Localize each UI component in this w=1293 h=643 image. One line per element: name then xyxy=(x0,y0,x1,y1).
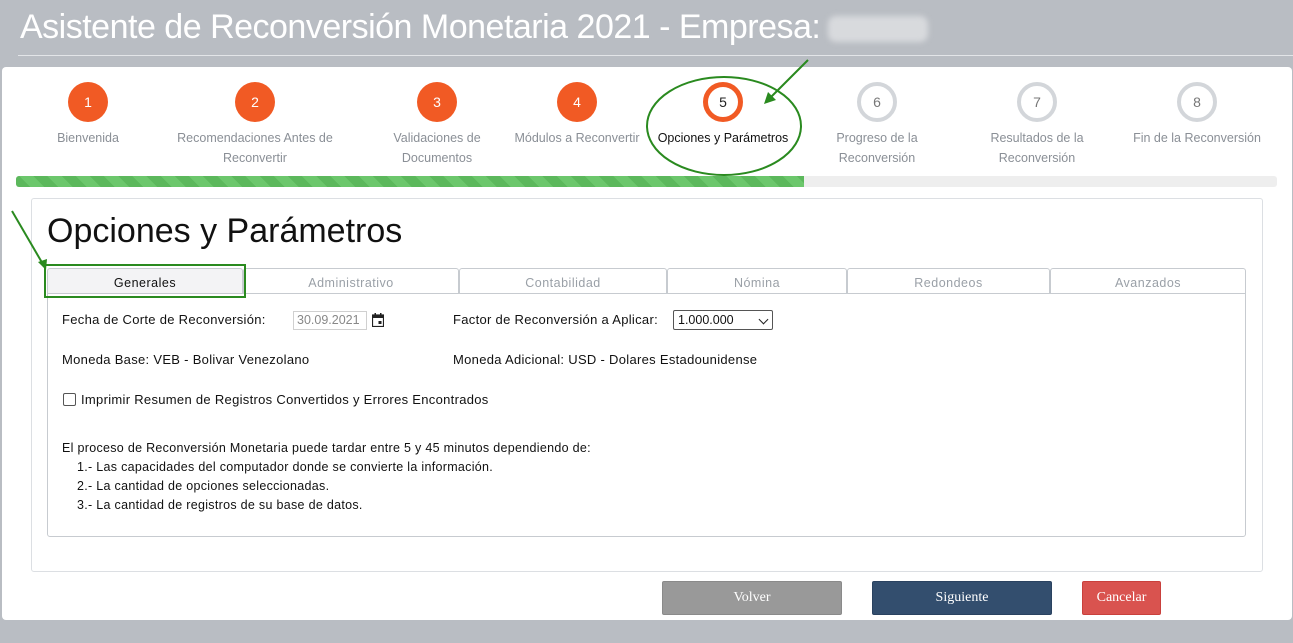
cutoff-date-input[interactable]: 30.09.2021 xyxy=(293,311,367,330)
info-item-3: 3.- La cantidad de registros de su base … xyxy=(77,498,363,512)
header-divider xyxy=(18,55,1293,56)
step-8[interactable]: 8 Fin de la Reconversión xyxy=(1117,82,1277,148)
step-1-label: Bienvenida xyxy=(57,131,119,145)
step-6-circle: 6 xyxy=(857,82,897,122)
step-5-circle: 5 xyxy=(703,82,743,122)
calendar-icon[interactable] xyxy=(372,313,384,327)
step-5[interactable]: 5 Opciones y Parámetros xyxy=(643,82,803,148)
tab-avanzados[interactable]: Avanzados xyxy=(1050,268,1246,293)
step-7-label: Resultados de la Reconversión xyxy=(990,131,1084,165)
footer-bar xyxy=(0,620,1293,643)
step-3-label: Validaciones de Documentos xyxy=(393,131,481,165)
step-1[interactable]: 1 Bienvenida xyxy=(8,82,168,148)
info-text: El proceso de Reconversión Monetaria pue… xyxy=(62,439,591,515)
additional-currency-text: Moneda Adicional: USD - Dolares Estadoun… xyxy=(453,352,758,367)
step-2-label: Recomendaciones Antes de Reconvertir xyxy=(177,131,333,165)
step-7-circle: 7 xyxy=(1017,82,1057,122)
next-button[interactable]: Siguiente xyxy=(872,581,1052,615)
window-title-text: Asistente de Reconversión Monetaria 2021… xyxy=(20,8,821,46)
step-3-circle: 3 xyxy=(417,82,457,122)
step-7[interactable]: 7 Resultados de la Reconversión xyxy=(957,82,1117,168)
step-1-circle: 1 xyxy=(68,82,108,122)
step-2-circle: 2 xyxy=(235,82,275,122)
tab-nomina[interactable]: Nómina xyxy=(667,268,847,293)
step-8-circle: 8 xyxy=(1177,82,1217,122)
step-6[interactable]: 6 Progreso de la Reconversión xyxy=(797,82,957,168)
step-4-circle: 4 xyxy=(557,82,597,122)
print-summary-label[interactable]: Imprimir Resumen de Registros Convertido… xyxy=(81,392,489,407)
print-summary-checkbox[interactable] xyxy=(63,393,76,406)
factor-label: Factor de Reconversión a Aplicar: xyxy=(453,312,658,327)
step-2[interactable]: 2 Recomendaciones Antes de Reconvertir xyxy=(165,82,345,168)
step-6-label: Progreso de la Reconversión xyxy=(836,131,918,165)
back-button[interactable]: Volver xyxy=(662,581,842,615)
cutoff-date-label: Fecha de Corte de Reconversión: xyxy=(62,312,266,327)
step-5-label: Opciones y Parámetros xyxy=(657,131,789,145)
info-intro: El proceso de Reconversión Monetaria pue… xyxy=(62,441,591,455)
page-title: Opciones y Parámetros xyxy=(47,212,403,250)
factor-select[interactable]: 1.000.000 xyxy=(673,310,773,330)
app-header: Asistente de Reconversión Monetaria 2021… xyxy=(0,0,1293,60)
step-4[interactable]: 4 Módulos a Reconvertir xyxy=(497,82,657,148)
chevron-down-icon xyxy=(758,314,769,325)
step-4-label: Módulos a Reconvertir xyxy=(514,131,640,145)
info-item-1: 1.- Las capacidades del computador donde… xyxy=(77,460,494,474)
tab-contabilidad[interactable]: Contabilidad xyxy=(459,268,667,293)
wizard-progress-fill xyxy=(16,176,805,187)
window-title: Asistente de Reconversión Monetaria 2021… xyxy=(20,8,929,47)
wizard-progress-bar xyxy=(16,176,1277,187)
step-8-label: Fin de la Reconversión xyxy=(1133,131,1261,145)
tab-administrativo[interactable]: Administrativo xyxy=(243,268,459,293)
tab-redondeos[interactable]: Redondeos xyxy=(847,268,1050,293)
step-3[interactable]: 3 Validaciones de Documentos xyxy=(357,82,517,168)
company-name-blurred xyxy=(828,16,929,43)
factor-select-value: 1.000.000 xyxy=(678,313,734,327)
tab-generales[interactable]: Generales xyxy=(47,268,243,293)
cancel-button[interactable]: Cancelar xyxy=(1082,581,1161,615)
info-item-2: 2.- La cantidad de opciones seleccionada… xyxy=(77,479,330,493)
base-currency-text: Moneda Base: VEB - Bolivar Venezolano xyxy=(62,352,310,367)
